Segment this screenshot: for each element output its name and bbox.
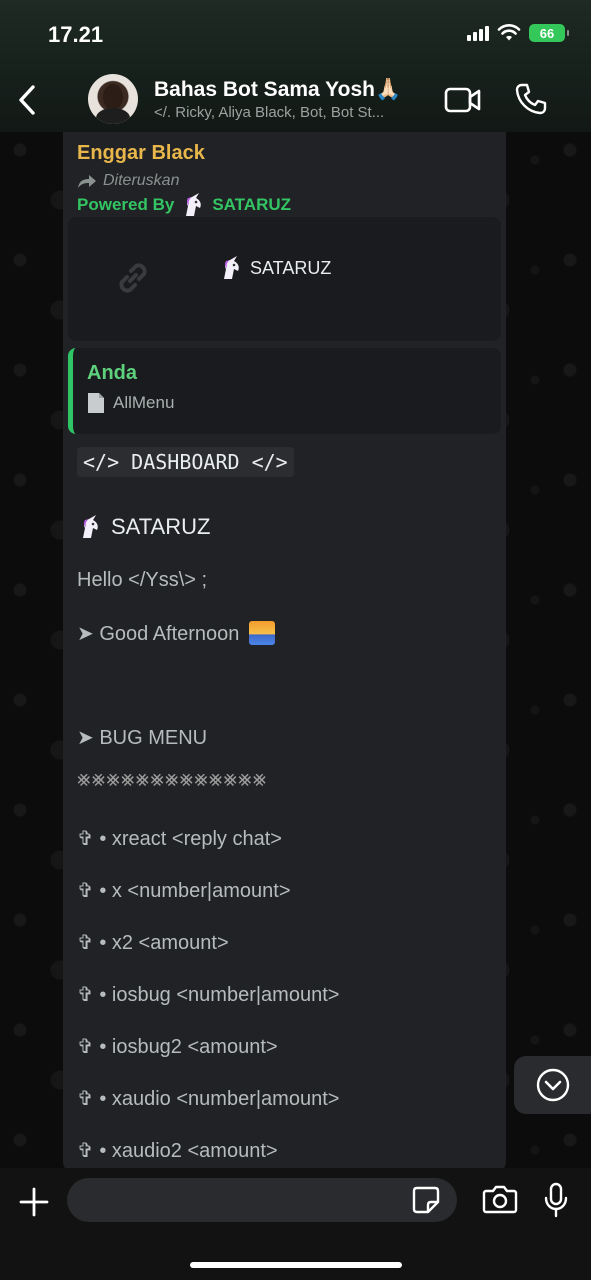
link-preview-title-text: SATARUZ (250, 257, 332, 278)
forwarded-indicator: Diteruskan (77, 172, 179, 190)
status-time: 17.21 (48, 22, 104, 47)
quote-author: Anda (87, 362, 137, 384)
unicorn-emoji-icon (224, 256, 239, 279)
chat-participants[interactable]: </. Ricky, Aliya Black, Bot, Bot St... (154, 104, 434, 121)
sticker-button[interactable] (412, 1186, 440, 1214)
command-item: ✞ • iosbug <number|amount> (77, 984, 340, 1006)
brand-line-text: SATARUZ (111, 514, 211, 539)
sender-name[interactable]: Enggar Black (77, 142, 205, 165)
time-greeting: ➤ Good Afternoon (77, 620, 275, 647)
command-item: ✞ • xaudio2 <amount> (77, 1140, 278, 1162)
chevron-left-icon (19, 85, 35, 115)
powered-by-brand: SATARUZ (212, 195, 292, 214)
quote-content: AllMenu (87, 392, 174, 414)
voice-message-button[interactable] (543, 1182, 569, 1218)
scroll-to-bottom-button[interactable] (514, 1056, 591, 1114)
message-input[interactable] (67, 1178, 457, 1222)
quote-text: AllMenu (113, 393, 175, 412)
composer-bar (0, 1168, 591, 1280)
document-icon (88, 393, 104, 413)
link-preview-title: SATARUZ (218, 255, 331, 281)
command-item: ✞ • x2 <amount> (77, 932, 229, 954)
microphone-icon (544, 1182, 568, 1218)
command-item: ✞ • xaudio <number|amount> (77, 1088, 340, 1110)
quoted-reply[interactable]: Anda AllMenu (68, 348, 501, 434)
unicorn-emoji-icon (83, 515, 98, 538)
voice-call-button[interactable] (514, 82, 548, 116)
powered-by-line: Powered By SATARUZ (77, 192, 291, 218)
plus-icon (19, 1187, 49, 1217)
chat-header: 17.21 66 Bahas Bot Sama Yosh🙏🏻 </. Ricky… (0, 0, 591, 132)
sticker-icon (412, 1186, 440, 1214)
powered-by-label: Powered By (77, 195, 175, 214)
time-greeting-text: ➤ Good Afternoon (77, 623, 240, 645)
video-call-button[interactable] (444, 86, 482, 114)
command-item: ✞ • x <number|amount> (77, 880, 291, 902)
back-button[interactable] (14, 82, 42, 118)
link-icon (119, 263, 147, 293)
chat-title[interactable]: Bahas Bot Sama Yosh🙏🏻 (154, 78, 401, 102)
battery-icon: 66 (529, 24, 569, 42)
menu-divider: ⨳⨳⨳⨳⨳⨳⨳⨳⨳⨳⨳⨳⨳ (77, 766, 268, 791)
wifi-icon (497, 24, 521, 41)
greeting-text: Hello </Yss\> ; (77, 569, 208, 591)
brand-line: SATARUZ (77, 514, 210, 540)
chevron-down-circle-icon (536, 1068, 569, 1102)
sunrise-emoji-icon (248, 620, 275, 645)
home-indicator (190, 1262, 402, 1268)
video-camera-icon (444, 87, 481, 113)
camera-button[interactable] (482, 1184, 518, 1214)
phone-icon (515, 83, 547, 115)
camera-icon (482, 1185, 518, 1214)
command-item: ✞ • xreact <reply chat> (77, 828, 282, 850)
bug-menu-title: ➤ BUG MENU (77, 727, 208, 749)
message-bubble[interactable]: Enggar Black Diteruskan Powered By SATAR… (63, 132, 506, 1172)
dashboard-code-title: </> DASHBOARD </> (77, 447, 294, 477)
unicorn-emoji-icon (186, 193, 202, 216)
group-avatar[interactable] (88, 74, 138, 124)
cellular-signal-icon (467, 25, 489, 41)
link-preview-card[interactable]: SATARUZ (68, 217, 501, 341)
attach-button[interactable] (18, 1186, 50, 1218)
forwarded-label: Diteruskan (103, 172, 180, 189)
forward-arrow-icon (78, 175, 96, 188)
status-icons: 66 (467, 24, 569, 42)
command-item: ✞ • iosbug2 <amount> (77, 1036, 278, 1058)
